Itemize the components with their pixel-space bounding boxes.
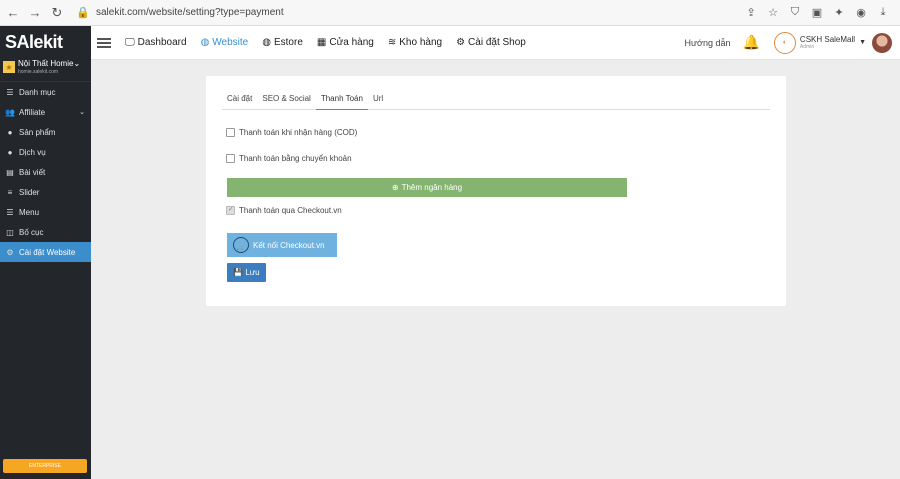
- add-bank-button[interactable]: ⊕ Thêm ngân hàng: [227, 178, 627, 197]
- forward-icon[interactable]: →: [26, 4, 44, 22]
- cod-option[interactable]: Thanh toán khi nhận hàng (COD): [226, 128, 357, 137]
- hamburger-icon[interactable]: [97, 37, 111, 48]
- settings-tabs: Cài đặt SEO & Social Thanh Toán Url: [222, 88, 770, 110]
- salemall-logo-icon: ◐: [773, 31, 796, 54]
- shop-name: Nội Thất Homie⌄: [18, 59, 81, 68]
- reload-icon[interactable]: ↻: [48, 4, 66, 22]
- plan-badge[interactable]: ENTERPRISE: [3, 459, 87, 473]
- nav-cai-dat-shop[interactable]: ⚙ Cài đặt Shop: [456, 37, 526, 48]
- nav-estore[interactable]: ◍ Estore: [262, 37, 303, 48]
- connect-checkout-button[interactable]: 🛒 Kết nối Checkout.vn: [227, 233, 337, 257]
- url-text: salekit.com/website/setting?type=payment: [96, 7, 284, 18]
- gear-icon: ⚙: [6, 247, 14, 257]
- save-button[interactable]: 💾 Lưu: [227, 263, 266, 282]
- browser-toolbar: ← → ↻ 🔒 salekit.com/website/setting?type…: [0, 0, 900, 26]
- bank-transfer-checkbox[interactable]: [226, 154, 235, 163]
- sidebar-item-slider[interactable]: ≡ Slider: [0, 182, 91, 202]
- user-name: CSKH SaleMall: [799, 35, 856, 44]
- bell-icon[interactable]: 🔔: [742, 34, 759, 51]
- sidebar-item-bai-viet[interactable]: ▤ Bài viết: [0, 162, 91, 182]
- sliders-icon: ≡: [7, 187, 13, 197]
- shield-icon[interactable]: ⛉: [788, 6, 802, 20]
- caret-down-icon[interactable]: ▼: [859, 39, 866, 46]
- payment-settings-card: Cài đặt SEO & Social Thanh Toán Url Than…: [206, 76, 786, 306]
- app-logo[interactable]: SAlekit: [0, 26, 91, 58]
- monitor-icon: 🖵: [125, 37, 135, 48]
- sidebar-item-danh-muc[interactable]: ☰ Danh mục: [0, 82, 91, 102]
- tab-seo-social[interactable]: SEO & Social: [257, 88, 315, 110]
- sidebar-item-menu[interactable]: ☰ Menu: [0, 202, 91, 222]
- download-box-icon[interactable]: ▣: [810, 6, 824, 20]
- checkout-label: Thanh toán qua Checkout.vn: [239, 206, 342, 215]
- chevron-down-icon: ⌄: [79, 109, 85, 116]
- nav-dashboard[interactable]: 🖵 Dashboard: [125, 37, 187, 48]
- layout-icon: ◫: [6, 227, 14, 237]
- nav-cua-hang[interactable]: ▦ Cửa hàng: [317, 37, 374, 48]
- shop-logo-icon: ★: [3, 61, 15, 73]
- sidebar-item-bo-cuc[interactable]: ◫ Bố cục: [0, 222, 91, 242]
- plus-circle-icon: ⊕: [391, 183, 399, 192]
- sidebar-item-san-pham[interactable]: ● Sản phẩm: [0, 122, 91, 142]
- database-icon: ≋: [387, 37, 397, 48]
- cod-label: Thanh toán khi nhận hàng (COD): [239, 128, 358, 137]
- globe-icon: ◍: [262, 37, 271, 48]
- store-icon: ▦: [316, 37, 327, 48]
- user-role: Admin: [799, 44, 815, 50]
- list-icon: ☰: [6, 87, 14, 97]
- nav-website[interactable]: ◍ Website: [201, 37, 249, 48]
- menu-icon: ☰: [6, 207, 14, 217]
- share-icon[interactable]: ⇪: [744, 6, 758, 20]
- nav-kho-hang[interactable]: ≋ Kho hàng: [388, 37, 442, 48]
- checkout-checkbox[interactable]: [226, 205, 235, 215]
- profile-icon[interactable]: ◉: [854, 6, 868, 20]
- top-navbar: 🖵 Dashboard ◍ Website ◍ Estore ▦ Cửa hàng ≋ K…: [91, 26, 900, 60]
- product-icon: ●: [7, 127, 13, 137]
- avatar[interactable]: [872, 32, 892, 53]
- checkout-option[interactable]: Thanh toán qua Checkout.vn: [226, 205, 342, 215]
- chevron-down-icon: ⌄: [73, 59, 81, 68]
- sidebar-item-affiliate[interactable]: 👥 Affiliate ⌄: [0, 102, 91, 122]
- sidebar-item-cai-dat-website[interactable]: ⚙ Cài đặt Website: [0, 242, 91, 262]
- sidebar-item-dich-vu[interactable]: ● Dịch vụ: [0, 142, 91, 162]
- back-icon[interactable]: ←: [4, 4, 22, 22]
- tab-url[interactable]: Url: [368, 88, 388, 110]
- user-menu[interactable]: CSKH SaleMall Admin: [800, 35, 855, 50]
- gear-icon: ⚙: [456, 37, 466, 48]
- tab-thanh-toan[interactable]: Thanh Toán: [315, 88, 368, 110]
- download-icon[interactable]: ⤓: [876, 6, 890, 20]
- globe-icon: ◍: [200, 37, 210, 48]
- address-bar[interactable]: 🔒 salekit.com/website/setting?type=payme…: [76, 3, 744, 23]
- service-icon: ●: [7, 147, 13, 157]
- shop-url: homie.salekit.com: [18, 69, 59, 75]
- sidebar: SAlekit ★ Nội Thất Homie⌄ homie.salekit.…: [0, 26, 91, 479]
- tab-cai-dat[interactable]: Cài đặt: [222, 88, 257, 110]
- cart-icon: 🛒: [233, 237, 249, 253]
- lock-icon: 🔒: [76, 7, 90, 19]
- shop-selector[interactable]: ★ Nội Thất Homie⌄ homie.salekit.com: [0, 58, 91, 82]
- bank-transfer-option[interactable]: Thanh toán bằng chuyển khoản: [226, 154, 352, 163]
- users-icon: 👥: [5, 107, 15, 117]
- star-icon[interactable]: ☆: [766, 6, 780, 20]
- floppy-icon: 💾: [233, 268, 244, 277]
- cod-checkbox[interactable]: [226, 128, 235, 137]
- newspaper-icon: ▤: [6, 167, 14, 177]
- help-link[interactable]: Hướng dẫn: [685, 38, 731, 48]
- extensions-icon[interactable]: ✦: [832, 6, 846, 20]
- bank-transfer-label: Thanh toán bằng chuyển khoản: [239, 154, 352, 163]
